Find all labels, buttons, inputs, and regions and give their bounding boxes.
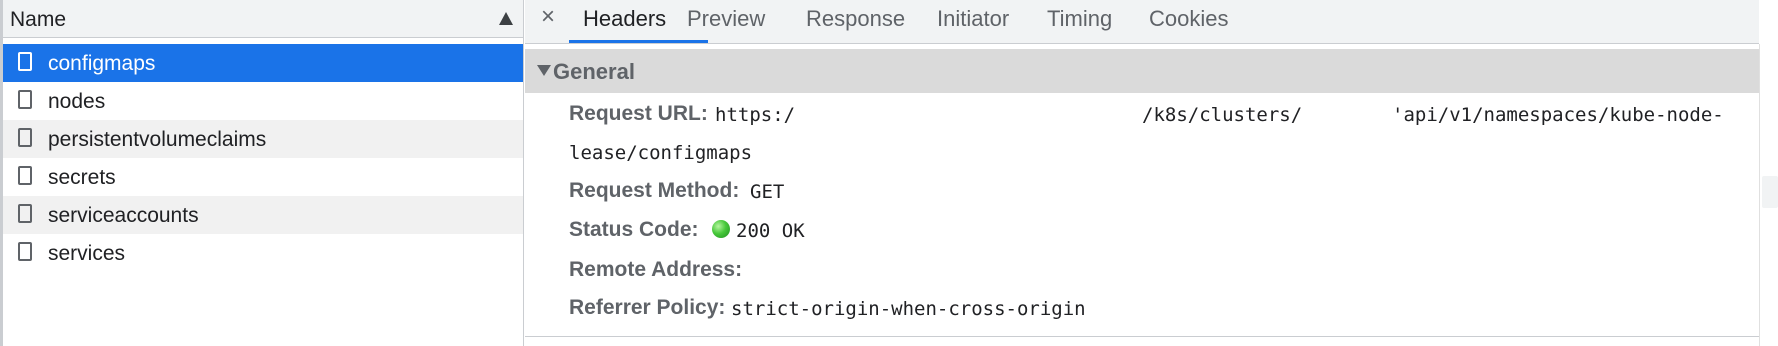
request-url-value-part1: https:/: [715, 104, 796, 126]
remote-address-label: Remote Address:: [569, 258, 743, 281]
tab-timing[interactable]: Timing: [1047, 6, 1112, 32]
document-icon: [18, 52, 32, 71]
document-icon: [18, 166, 32, 185]
request-name: nodes: [48, 90, 106, 113]
document-icon: [18, 242, 32, 261]
sort-ascending-icon[interactable]: [499, 12, 513, 25]
request-row-secrets[interactable]: secrets: [3, 158, 523, 196]
request-name: services: [48, 242, 126, 265]
request-url-label: Request URL:: [569, 102, 708, 125]
status-code-value: 200 OK: [736, 220, 805, 242]
detail-tab-bar: × Headers Preview Response Initiator Tim…: [525, 0, 1759, 44]
request-url-value-part2: /k8s/clusters/: [1142, 104, 1303, 126]
request-name: serviceaccounts: [48, 204, 199, 227]
tab-preview[interactable]: Preview: [687, 6, 765, 32]
request-method-label: Request Method:: [569, 179, 740, 202]
tab-headers[interactable]: Headers: [583, 6, 666, 32]
request-row-services[interactable]: services: [3, 234, 523, 272]
name-column-header[interactable]: Name: [3, 0, 523, 38]
request-row-nodes[interactable]: nodes: [3, 82, 523, 120]
expand-triangle-icon[interactable]: [537, 65, 551, 76]
status-code-label: Status Code:: [569, 218, 699, 241]
document-icon: [18, 90, 32, 109]
active-tab-indicator: [569, 40, 708, 43]
tab-response[interactable]: Response: [806, 6, 905, 32]
request-method-value: GET: [750, 181, 785, 203]
request-name: persistentvolumeclaims: [48, 128, 267, 151]
name-column-label: Name: [10, 8, 67, 31]
request-name: configmaps: [48, 52, 156, 75]
request-url-value-part3: 'api/v1/namespaces/kube-node-: [1392, 104, 1724, 126]
referrer-policy-label: Referrer Policy:: [569, 296, 726, 319]
document-icon: [18, 204, 32, 223]
status-ok-icon: [712, 220, 730, 238]
request-row-configmaps[interactable]: configmaps: [3, 44, 523, 82]
request-url-value-part4: lease/configmaps: [569, 142, 753, 164]
referrer-policy-value: strict-origin-when-cross-origin: [731, 298, 1086, 320]
vertical-scrollbar-thumb[interactable]: [1762, 176, 1778, 208]
request-detail-panel: × Headers Preview Response Initiator Tim…: [525, 0, 1759, 346]
request-list: configmaps nodes persistentvolumeclaims …: [3, 44, 523, 272]
request-row-persistentvolumeclaims[interactable]: persistentvolumeclaims: [3, 120, 523, 158]
document-icon: [18, 128, 32, 147]
general-section-title: General: [553, 59, 635, 84]
request-list-panel: Name configmaps nodes persistentvolumecl…: [0, 0, 524, 346]
close-icon[interactable]: ×: [541, 3, 555, 31]
tab-cookies[interactable]: Cookies: [1149, 6, 1228, 32]
tab-initiator[interactable]: Initiator: [937, 6, 1009, 32]
general-section-header[interactable]: General: [525, 49, 1759, 93]
section-divider: [525, 336, 1759, 337]
request-row-serviceaccounts[interactable]: serviceaccounts: [3, 196, 523, 234]
request-name: secrets: [48, 166, 116, 189]
